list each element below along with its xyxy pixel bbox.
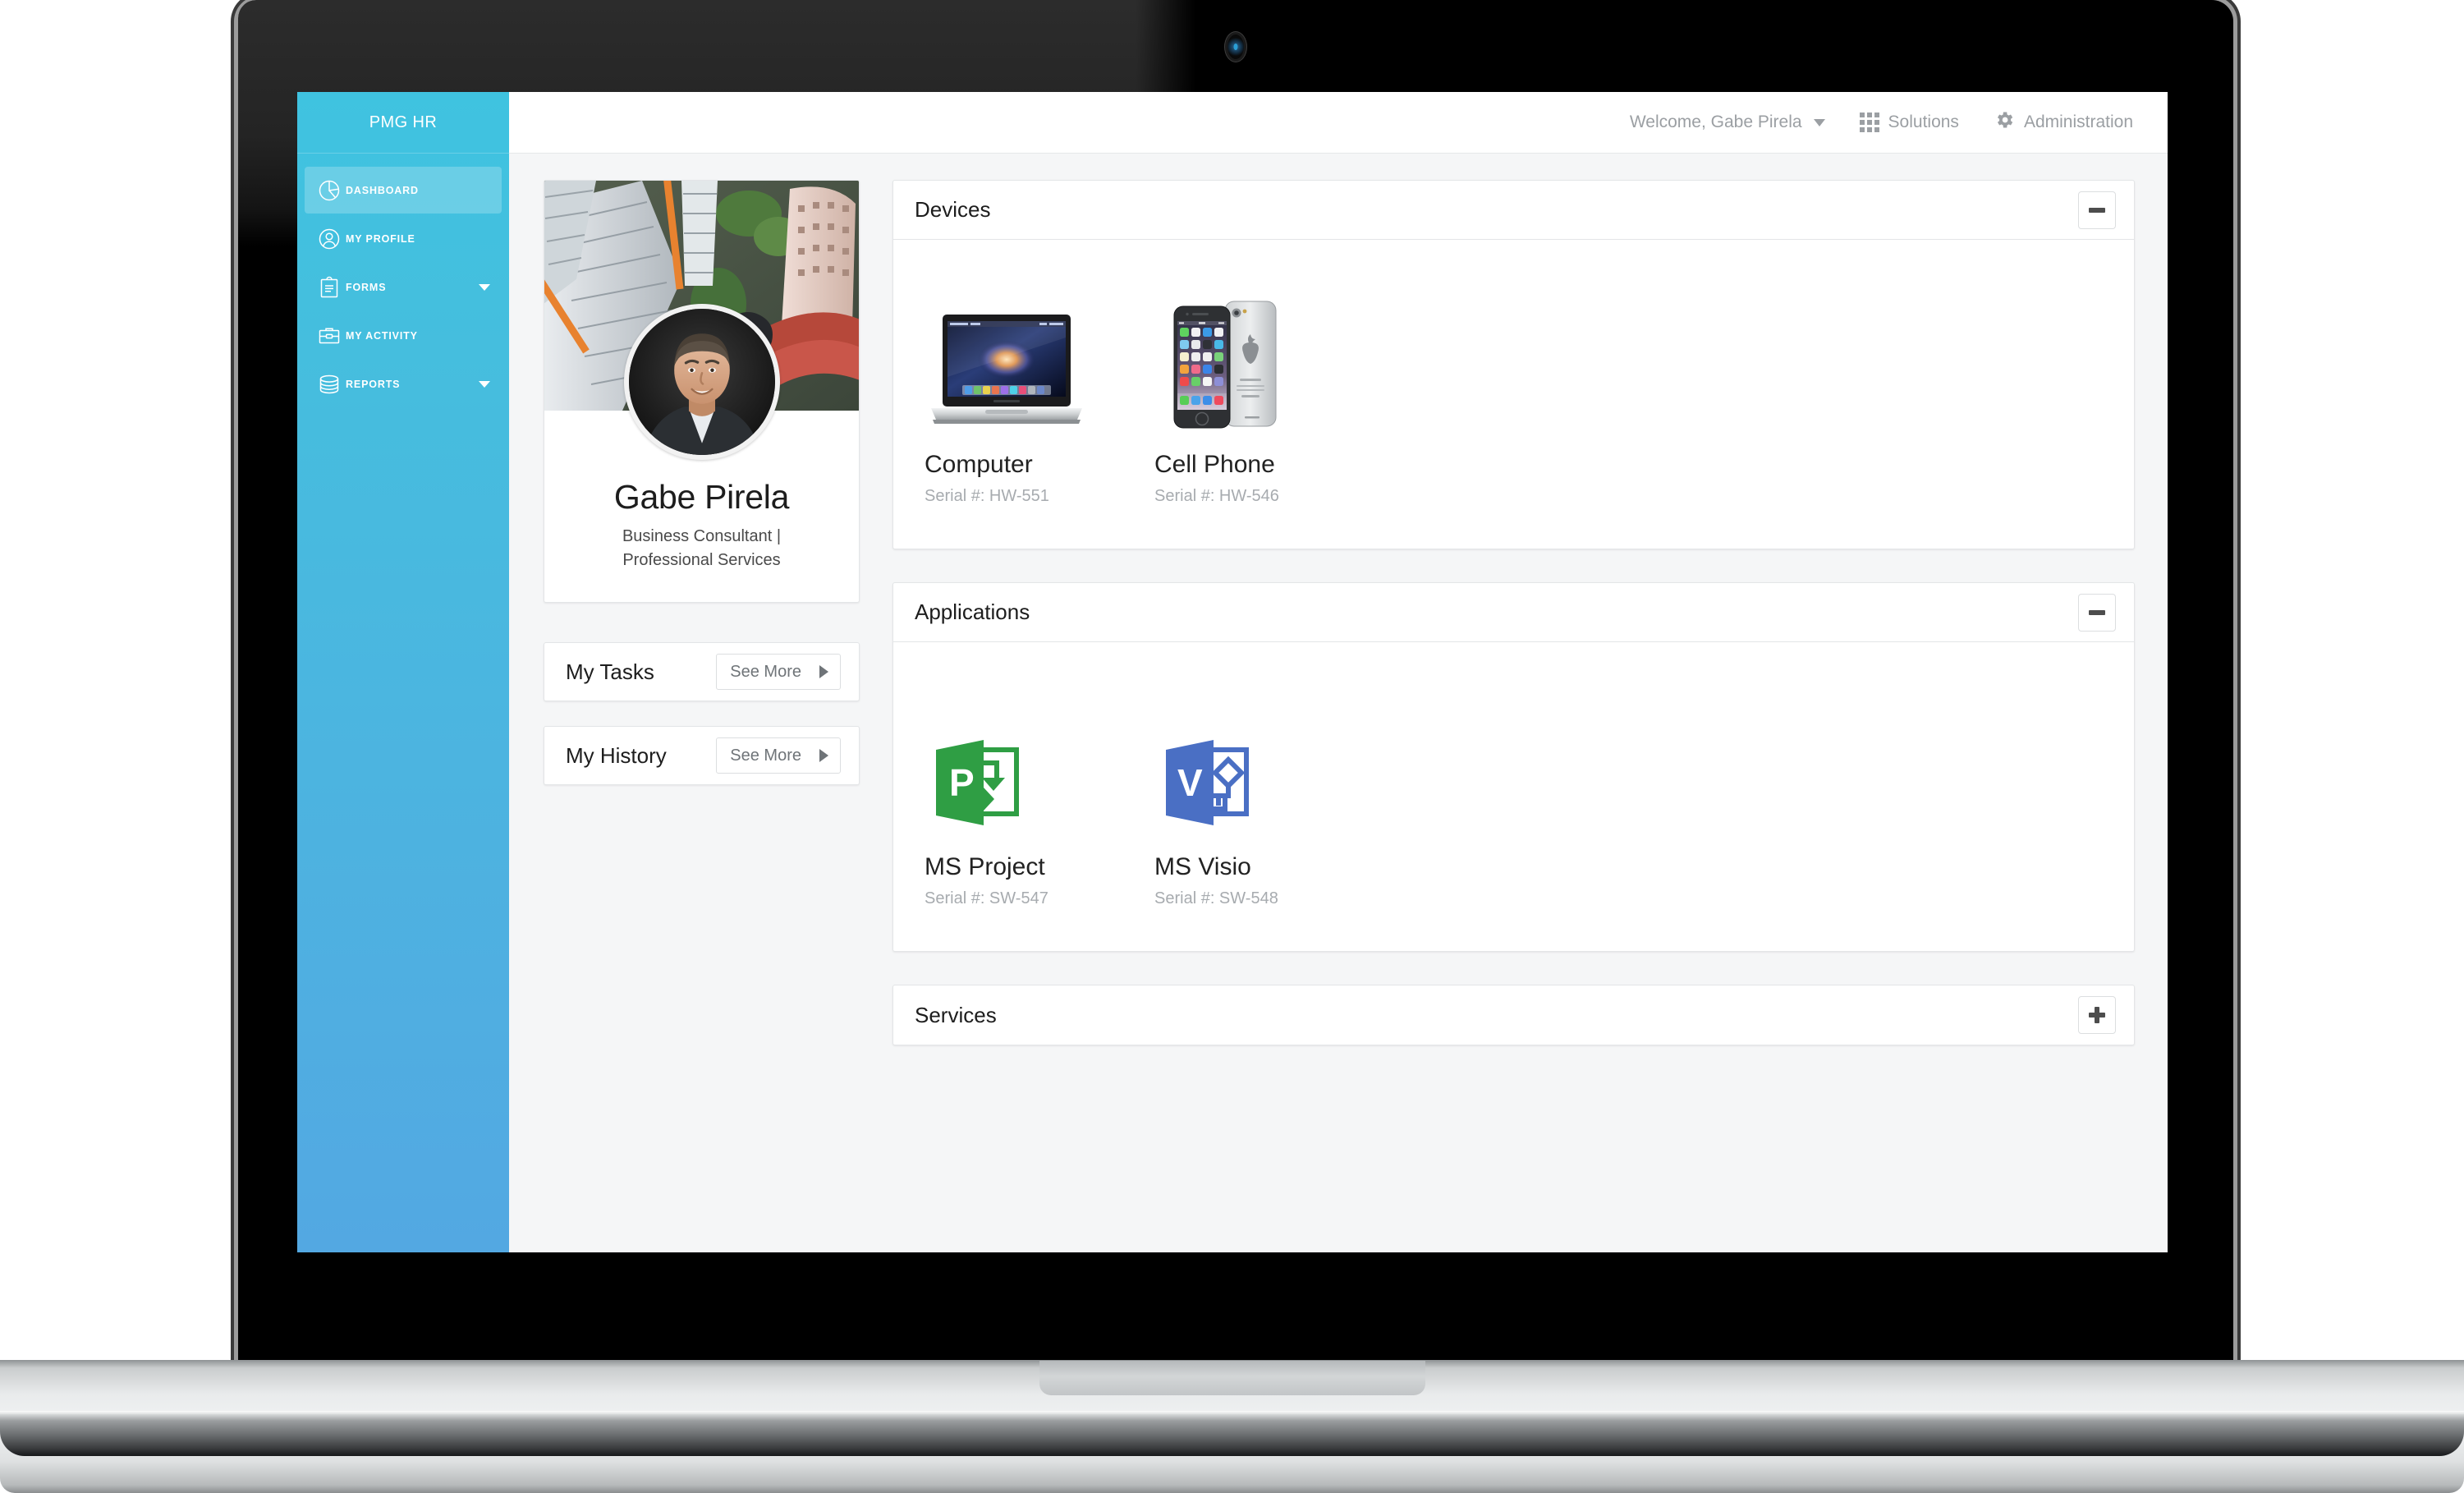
- sidebar-item-reports[interactable]: REPORTS: [305, 361, 502, 407]
- asset-item[interactable]: V MS Visio Serial #: SW-548: [1154, 675, 1370, 908]
- applications-panel-body: P MS Project Serial #: SW-547: [893, 642, 2134, 951]
- asset-serial: Serial #: SW-548: [1154, 889, 1370, 908]
- sidebar-item-forms[interactable]: FORMS: [305, 264, 502, 310]
- services-panel: Services: [892, 985, 2135, 1045]
- my-history-see-more-button[interactable]: See More: [716, 737, 841, 774]
- topbar: Welcome, Gabe Pirela Solutions: [509, 92, 2168, 154]
- sidebar-item-label: DASHBOARD: [346, 185, 419, 196]
- asset-item[interactable]: P MS Project Serial #: SW-547: [925, 675, 1140, 908]
- svg-text:P: P: [949, 761, 975, 804]
- asset-serial: Serial #: SW-547: [925, 889, 1140, 908]
- applications-panel-title: Applications: [915, 599, 1030, 625]
- asset-item[interactable]: Cell Phone Serial #: HW-546: [1154, 273, 1370, 506]
- profile-card: Gabe Pirela Business Consultant | Profes…: [544, 180, 860, 603]
- see-more-label: See More: [730, 663, 801, 682]
- briefcase-icon: [313, 324, 346, 348]
- asset-name: Cell Phone: [1154, 451, 1370, 479]
- services-panel-header: Services: [893, 985, 2134, 1045]
- ms-project-icon: P: [925, 675, 1140, 835]
- macbook-image: [925, 273, 1140, 433]
- administration-menu[interactable]: Administration: [1994, 109, 2133, 136]
- asset-serial: Serial #: HW-551: [925, 487, 1140, 506]
- clipboard-icon: [313, 275, 346, 300]
- asset-name: MS Project: [925, 853, 1140, 881]
- my-history-card: My History See More: [544, 726, 860, 785]
- brand-logo: PMG HR: [297, 92, 509, 154]
- administration-label: Administration: [2024, 113, 2133, 132]
- sidebar-nav: DASHBOARD MY PROFILE: [297, 154, 509, 409]
- laptop-base-foot: [0, 1414, 2464, 1456]
- screen: PMG HR DASHBOARD: [297, 92, 2168, 1252]
- minus-icon: [2089, 208, 2105, 213]
- sidebar-item-label: FORMS: [346, 282, 386, 293]
- ms-visio-icon: V: [1154, 675, 1370, 835]
- user-circle-icon: [313, 227, 346, 251]
- sidebar-item-label: MY ACTIVITY: [346, 330, 418, 342]
- sidebar-item-dashboard[interactable]: DASHBOARD: [305, 167, 502, 214]
- sidebar-item-my-profile[interactable]: MY PROFILE: [305, 215, 502, 262]
- svg-text:V: V: [1177, 761, 1203, 804]
- chevron-down-icon[interactable]: [479, 381, 490, 388]
- chevron-down-icon: [1814, 119, 1825, 126]
- content-area: Gabe Pirela Business Consultant | Profes…: [509, 154, 2168, 1252]
- devices-collapse-button[interactable]: [2078, 191, 2116, 229]
- plus-icon-v: [2095, 1007, 2099, 1023]
- avatar: [624, 304, 780, 460]
- chevron-right-icon: [819, 665, 828, 678]
- applications-panel: Applications: [892, 582, 2135, 952]
- sidebar-item-label: REPORTS: [346, 379, 400, 390]
- applications-panel-header: Applications: [893, 583, 2134, 642]
- my-tasks-title: My Tasks: [566, 659, 654, 685]
- chevron-right-icon: [819, 749, 828, 762]
- devices-panel: Devices: [892, 180, 2135, 549]
- devices-panel-title: Devices: [915, 197, 990, 223]
- avatar-image: [629, 309, 775, 455]
- main-column: Welcome, Gabe Pirela Solutions: [509, 92, 2168, 1252]
- solutions-menu[interactable]: Solutions: [1860, 113, 1959, 132]
- asset-item[interactable]: Computer Serial #: HW-551: [925, 273, 1140, 506]
- asset-serial: Serial #: HW-546: [1154, 487, 1370, 506]
- see-more-label: See More: [730, 746, 801, 765]
- left-column: Gabe Pirela Business Consultant | Profes…: [544, 180, 860, 810]
- applications-collapse-button[interactable]: [2078, 594, 2116, 632]
- chevron-down-icon[interactable]: [479, 284, 490, 291]
- my-history-title: My History: [566, 743, 667, 769]
- grid-icon: [1860, 113, 1879, 132]
- iphone-image: [1154, 273, 1370, 433]
- sidebar: PMG HR DASHBOARD: [297, 92, 509, 1252]
- webcam-icon: [1227, 34, 1244, 59]
- asset-name: MS Visio: [1154, 853, 1370, 881]
- asset-name: Computer: [925, 451, 1140, 479]
- webcam-dot: [1234, 44, 1238, 50]
- laptop-mockup: PMG HR DASHBOARD: [0, 0, 2464, 1456]
- services-panel-title: Services: [915, 1003, 997, 1028]
- avatar-portrait: [629, 309, 775, 455]
- right-column: Devices: [892, 180, 2135, 1078]
- pie-chart-icon: [313, 178, 346, 203]
- app-root: PMG HR DASHBOARD: [297, 92, 2168, 1252]
- services-expand-button[interactable]: [2078, 996, 2116, 1034]
- my-tasks-card: My Tasks See More: [544, 642, 860, 701]
- sidebar-item-my-activity[interactable]: MY ACTIVITY: [305, 312, 502, 359]
- page-title: Gabe Pirela: [544, 478, 859, 517]
- sidebar-item-label: MY PROFILE: [346, 233, 415, 245]
- gear-icon: [1994, 109, 2015, 136]
- welcome-user-label: Welcome, Gabe Pirela: [1630, 113, 1802, 132]
- database-icon: [313, 372, 346, 397]
- solutions-label: Solutions: [1888, 113, 1959, 132]
- minus-icon: [2089, 610, 2105, 615]
- devices-panel-body: Computer Serial #: HW-551: [893, 240, 2134, 549]
- my-tasks-see-more-button[interactable]: See More: [716, 654, 841, 690]
- laptop-base-notch: [1039, 1361, 1425, 1395]
- devices-panel-header: Devices: [893, 181, 2134, 240]
- profile-job-title: Business Consultant | Professional Servi…: [544, 517, 859, 602]
- welcome-user-menu[interactable]: Welcome, Gabe Pirela: [1630, 113, 1825, 132]
